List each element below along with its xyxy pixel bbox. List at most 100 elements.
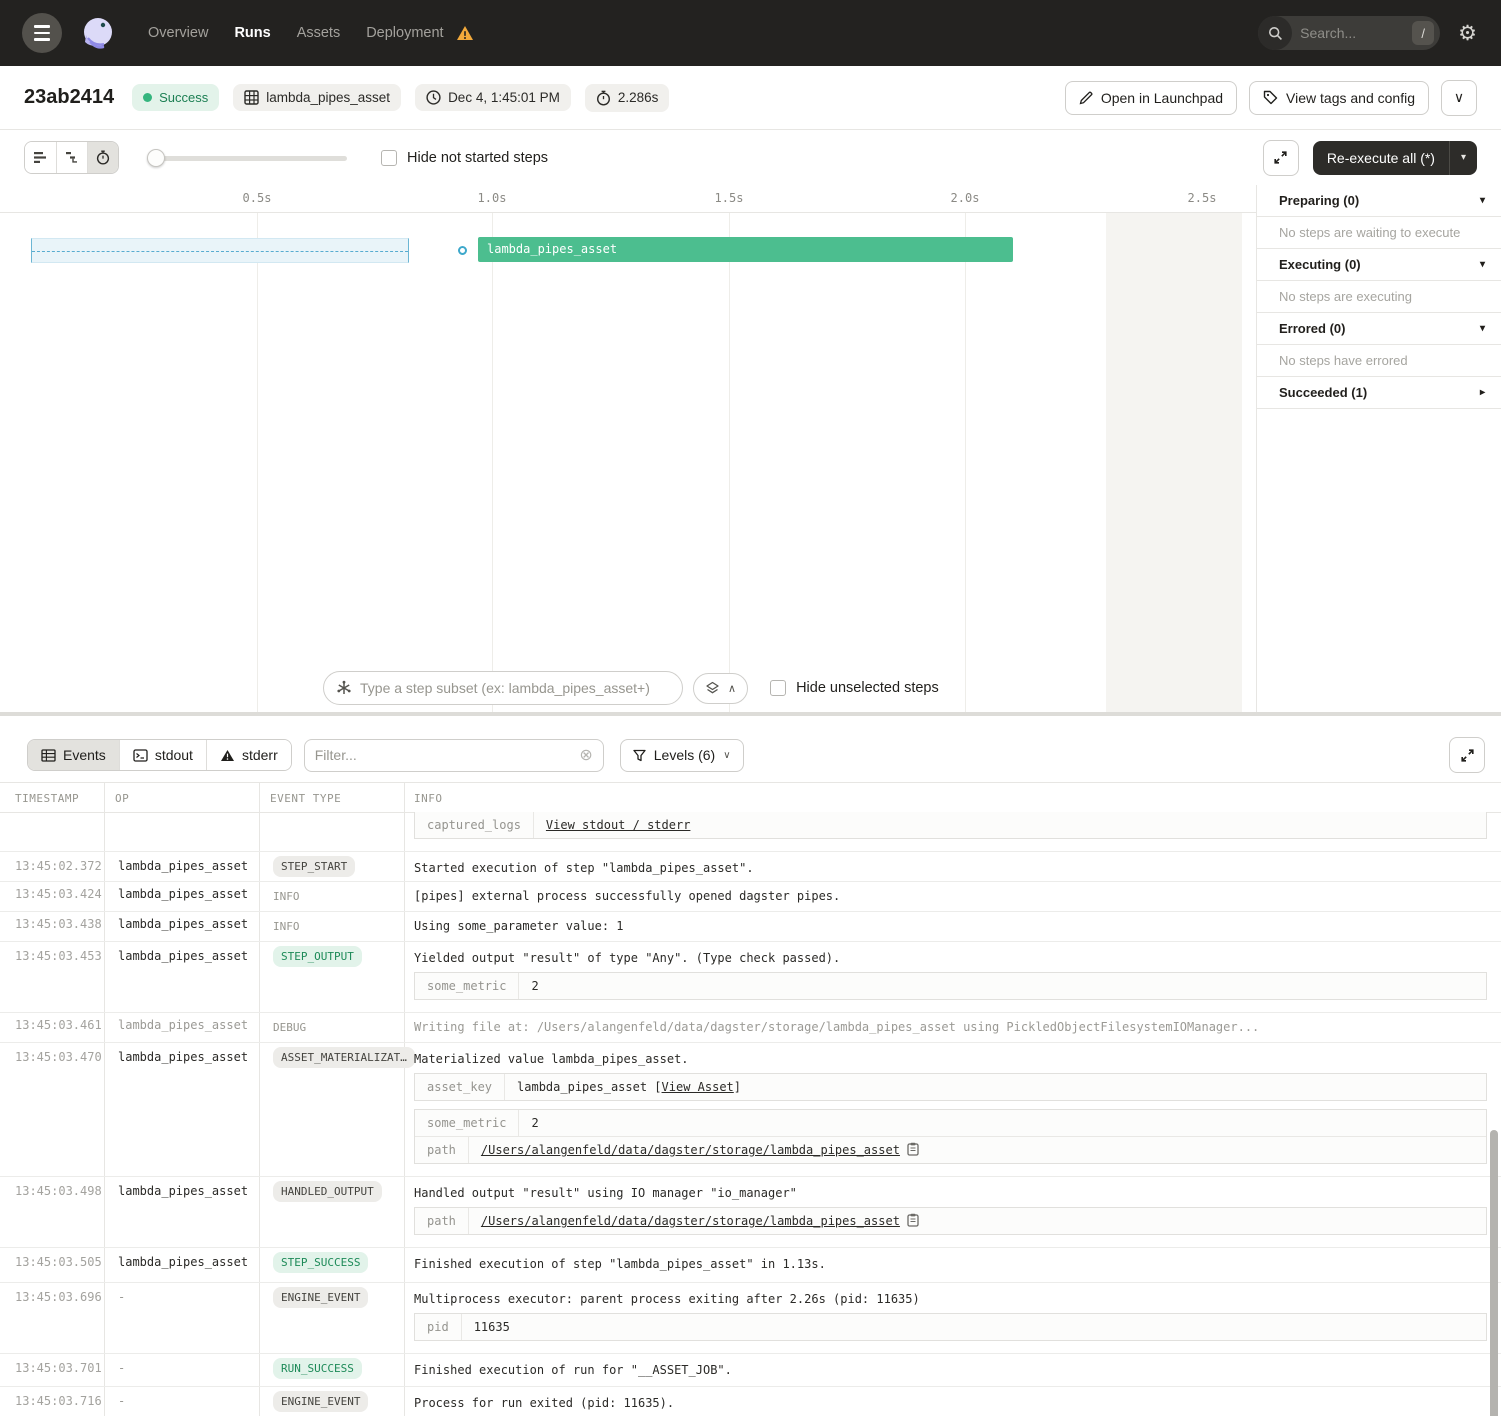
- log-scrollbar-thumb[interactable]: [1490, 1130, 1498, 1416]
- hamburger-menu-button[interactable]: [22, 13, 62, 53]
- waterfall-view-button[interactable]: [56, 142, 87, 173]
- app-window: Overview Runs Assets Deployment / ⚙ 23ab…: [0, 0, 1501, 1416]
- caret-down-icon: ▾: [1480, 259, 1485, 270]
- zoom-slider-track[interactable]: [147, 156, 347, 161]
- tab-stderr[interactable]: stderr: [206, 740, 291, 770]
- job-name-chip[interactable]: lambda_pipes_asset: [233, 84, 401, 111]
- status-label: Success: [159, 90, 208, 105]
- search-shortcut-key: /: [1412, 21, 1434, 45]
- nav-runs[interactable]: Runs: [234, 25, 270, 41]
- nav-assets[interactable]: Assets: [297, 25, 341, 41]
- hide-unselected-control[interactable]: Hide unselected steps: [770, 680, 939, 696]
- time-tick: 2.0s: [943, 191, 987, 205]
- copy-icon[interactable]: [907, 1213, 919, 1227]
- search-input[interactable]: [1292, 25, 1412, 41]
- reexecute-split-button: Re-execute all (*) ▾: [1313, 141, 1477, 175]
- run-duration-chip[interactable]: 2.286s: [585, 84, 670, 112]
- run-datetime-chip[interactable]: Dec 4, 1:45:01 PM: [415, 84, 571, 111]
- table-row[interactable]: 13:45:03.461 lambda_pipes_asset DEBUG Wr…: [0, 1013, 1501, 1043]
- reexecute-caret-button[interactable]: ▾: [1449, 141, 1477, 175]
- view-asset-link[interactable]: View Asset: [662, 1080, 734, 1094]
- stopwatch-icon: [596, 90, 611, 106]
- table-row[interactable]: 13:45:02.372 lambda_pipes_asset STEP_STA…: [0, 852, 1501, 882]
- graph-query-toggle[interactable]: ∧: [693, 673, 748, 704]
- section-errored[interactable]: Errored (0) ▾: [1257, 313, 1501, 345]
- table-row[interactable]: captured_logs View stdout / stderr: [0, 813, 1501, 852]
- gantt-fullscreen-button[interactable]: [1263, 140, 1299, 176]
- funnel-icon: [633, 749, 646, 762]
- log-fullscreen-button[interactable]: [1449, 737, 1485, 773]
- zoom-slider-knob[interactable]: [147, 149, 165, 167]
- col-event-type: EVENT TYPE: [270, 792, 341, 805]
- gantt-timeline: 0.5s 1.0s 1.5s 2.0s 2.5s: [0, 185, 1256, 213]
- run-actions-chevron-button[interactable]: ∨: [1441, 80, 1477, 116]
- gantt-toolbar: Hide not started steps Re-execute all (*…: [0, 130, 1501, 185]
- global-search[interactable]: /: [1258, 16, 1440, 50]
- hide-unselected-checkbox[interactable]: [770, 680, 786, 696]
- event-type-badge: STEP_SUCCESS: [273, 1252, 368, 1273]
- table-row[interactable]: 13:45:03.701 - RUN_SUCCESS Finished exec…: [0, 1354, 1501, 1387]
- hide-not-started-checkbox[interactable]: [381, 150, 397, 166]
- tab-events[interactable]: Events: [28, 740, 119, 770]
- view-stdout-stderr-link[interactable]: View stdout / stderr: [546, 818, 691, 832]
- view-tags-config-button[interactable]: View tags and config: [1249, 81, 1429, 115]
- errored-empty-text: No steps have errored: [1257, 345, 1501, 377]
- run-status-badge[interactable]: Success: [132, 84, 219, 111]
- copy-icon[interactable]: [907, 1142, 919, 1156]
- path-link[interactable]: /Users/alangenfeld/data/dagster/storage/…: [481, 1143, 900, 1157]
- section-succeeded[interactable]: Succeeded (1) ▸: [1257, 377, 1501, 409]
- gridline: [729, 213, 730, 712]
- path-link[interactable]: /Users/alangenfeld/data/dagster/storage/…: [481, 1214, 900, 1228]
- table-row[interactable]: 13:45:03.498 lambda_pipes_asset HANDLED_…: [0, 1177, 1501, 1248]
- event-type-badge: INFO: [273, 886, 308, 907]
- table-row[interactable]: 13:45:03.505 lambda_pipes_asset STEP_SUC…: [0, 1248, 1501, 1283]
- time-tick: 1.5s: [707, 191, 751, 205]
- step-waiting-region: [31, 238, 409, 263]
- section-preparing[interactable]: Preparing (0) ▾: [1257, 185, 1501, 217]
- table-row[interactable]: 13:45:03.438 lambda_pipes_asset INFO Usi…: [0, 912, 1501, 942]
- chevron-down-icon: ∨: [723, 750, 730, 761]
- table-row[interactable]: 13:45:03.424 lambda_pipes_asset INFO [pi…: [0, 882, 1501, 912]
- clock-icon: [426, 90, 441, 105]
- zoom-slider[interactable]: [147, 149, 347, 167]
- job-name: lambda_pipes_asset: [266, 90, 390, 105]
- table-row[interactable]: 13:45:03.453 lambda_pipes_asset STEP_OUT…: [0, 942, 1501, 1013]
- dagster-logo[interactable]: [76, 11, 120, 55]
- pencil-icon: [1079, 91, 1093, 105]
- step-status-sidebar: Preparing (0) ▾ No steps are waiting to …: [1256, 185, 1501, 712]
- expand-icon: [1460, 748, 1475, 763]
- table-row[interactable]: 13:45:03.470 lambda_pipes_asset ASSET_MA…: [0, 1043, 1501, 1177]
- event-type-badge: ASSET_MATERIALIZAT…: [273, 1047, 415, 1068]
- tag-icon: [1263, 90, 1278, 105]
- clear-filter-icon[interactable]: ⊗: [579, 745, 592, 765]
- executing-empty-text: No steps are executing: [1257, 281, 1501, 313]
- deployment-warning-icon[interactable]: [456, 25, 474, 41]
- hide-not-started-control[interactable]: Hide not started steps: [381, 150, 548, 166]
- status-dot-icon: [143, 93, 152, 102]
- run-header: 23ab2414 Success lambda_pipes_asset Dec …: [0, 66, 1501, 130]
- open-in-launchpad-button[interactable]: Open in Launchpad: [1065, 81, 1237, 115]
- hide-unselected-label: Hide unselected steps: [796, 680, 939, 696]
- gantt-step-bar[interactable]: lambda_pipes_asset: [478, 237, 1013, 262]
- col-op: OP: [115, 792, 129, 805]
- event-type-badge: ENGINE_EVENT: [273, 1391, 368, 1412]
- time-tick: 1.0s: [470, 191, 514, 205]
- nav-overview[interactable]: Overview: [148, 25, 208, 41]
- flat-view-button[interactable]: [25, 142, 56, 173]
- preparing-empty-text: No steps are waiting to execute: [1257, 217, 1501, 249]
- caret-right-icon: ▸: [1480, 387, 1485, 398]
- settings-gear-icon[interactable]: ⚙: [1458, 23, 1477, 44]
- event-type-badge: STEP_OUTPUT: [273, 946, 362, 967]
- table-row[interactable]: 13:45:03.696 - ENGINE_EVENT Multiprocess…: [0, 1283, 1501, 1354]
- terminal-icon: [133, 749, 148, 762]
- log-filter-input[interactable]: [315, 747, 580, 763]
- tab-stdout[interactable]: stdout: [119, 740, 206, 770]
- levels-dropdown[interactable]: Levels (6) ∨: [620, 739, 744, 772]
- step-subset-input[interactable]: [360, 680, 670, 696]
- section-executing[interactable]: Executing (0) ▾: [1257, 249, 1501, 281]
- col-timestamp: TIMESTAMP: [15, 792, 79, 805]
- timed-view-button[interactable]: [87, 142, 118, 173]
- nav-deployment[interactable]: Deployment: [366, 25, 443, 41]
- table-row[interactable]: 13:45:03.716 - ENGINE_EVENT Process for …: [0, 1387, 1501, 1416]
- reexecute-all-button[interactable]: Re-execute all (*): [1313, 141, 1449, 175]
